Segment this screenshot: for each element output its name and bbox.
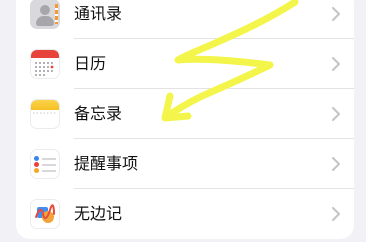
reminders-icon	[30, 149, 60, 179]
chevron-right-icon	[332, 57, 340, 71]
list-item-calendar[interactable]: 日历	[16, 39, 354, 89]
list-item-freeform[interactable]: 无边记	[16, 189, 354, 239]
chevron-right-icon	[332, 7, 340, 21]
list-item-notes[interactable]: 备忘录	[16, 89, 354, 139]
list-item-contacts[interactable]: 通讯录	[16, 0, 354, 39]
list-item-label: 通讯录	[74, 4, 123, 23]
notes-icon	[30, 99, 60, 129]
apps-list: 通讯录 日历 备忘录 提醒事项 无边记	[16, 0, 354, 239]
settings-page: 通讯录 日历 备忘录 提醒事项 无边记	[0, 0, 366, 242]
calendar-icon	[30, 49, 60, 79]
chevron-right-icon	[332, 157, 340, 171]
contacts-icon	[30, 0, 60, 29]
list-item-label: 日历	[74, 54, 107, 73]
list-item-reminders[interactable]: 提醒事项	[16, 139, 354, 189]
chevron-right-icon	[332, 107, 340, 121]
list-item-label: 备忘录	[74, 104, 123, 123]
list-item-label: 无边记	[74, 204, 123, 223]
freeform-icon	[30, 199, 60, 229]
list-item-label: 提醒事项	[74, 154, 139, 173]
chevron-right-icon	[332, 207, 340, 221]
